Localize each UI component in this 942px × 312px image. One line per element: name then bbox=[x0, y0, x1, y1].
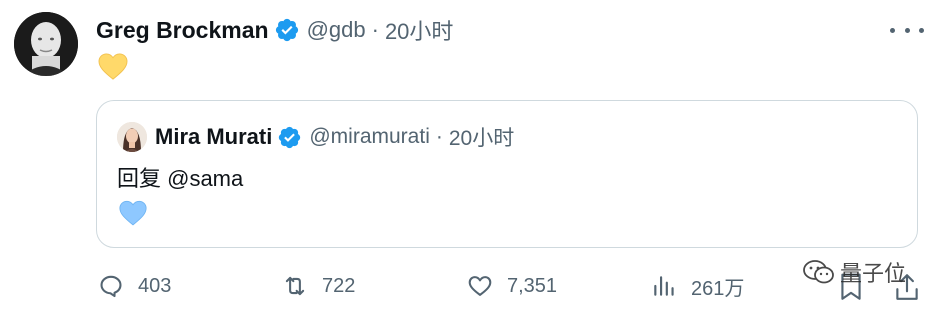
retweet-count: 722 bbox=[322, 274, 356, 297]
watermark: 量子位 bbox=[802, 254, 906, 290]
author-avatar[interactable] bbox=[14, 12, 78, 76]
reply-button[interactable]: 403 bbox=[98, 268, 171, 304]
retweet-button[interactable]: 722 bbox=[282, 268, 355, 304]
quoted-tweet-text: 回复 @sama bbox=[117, 166, 244, 191]
tweet-action-bar: 403 722 7,351 261万 bbox=[0, 268, 942, 308]
watermark-text: 量子位 bbox=[840, 261, 907, 286]
tweet-timestamp[interactable]: 20小时 bbox=[385, 14, 453, 46]
views-button[interactable]: 261万 bbox=[651, 268, 744, 304]
quoted-tweet-timestamp[interactable]: 20小时 bbox=[449, 122, 514, 152]
wechat-icon bbox=[803, 260, 834, 284]
verified-badge-icon bbox=[275, 18, 298, 42]
more-dot-icon bbox=[904, 27, 910, 33]
more-options-button[interactable] bbox=[890, 17, 924, 43]
quoted-author-avatar[interactable] bbox=[117, 122, 147, 152]
heart-outline-icon bbox=[468, 276, 492, 296]
more-dot-icon bbox=[890, 27, 895, 33]
retweet-icon bbox=[285, 276, 305, 296]
quoted-author-handle[interactable]: @miramurati bbox=[309, 125, 430, 149]
more-dot-icon bbox=[919, 27, 924, 33]
blue-heart-icon bbox=[119, 200, 147, 226]
yellow-heart-icon bbox=[98, 53, 128, 80]
reply-icon bbox=[100, 275, 122, 298]
author-name[interactable]: Greg Brockman bbox=[96, 17, 269, 44]
quoted-tweet-card[interactable]: Mira Murati @miramurati · 20小时 回复 @sama bbox=[96, 100, 918, 248]
avatar-portrait-icon bbox=[117, 122, 147, 152]
avatar-portrait-icon bbox=[14, 12, 78, 76]
like-button[interactable]: 7,351 bbox=[467, 268, 557, 304]
analytics-bars-icon bbox=[654, 276, 674, 296]
reply-count: 403 bbox=[138, 274, 172, 297]
tweet-header: Greg Brockman @gdb · 20小时 bbox=[96, 14, 453, 46]
like-count: 7,351 bbox=[507, 274, 558, 297]
author-handle[interactable]: @gdb bbox=[307, 17, 366, 43]
quoted-tweet-header: Mira Murati @miramurati · 20小时 bbox=[155, 121, 514, 153]
separator-dot: · bbox=[435, 125, 443, 148]
verified-badge-icon bbox=[279, 126, 301, 148]
view-count: 261万 bbox=[691, 277, 745, 300]
quoted-author-name[interactable]: Mira Murati bbox=[155, 124, 272, 150]
separator-dot: · bbox=[371, 17, 379, 42]
